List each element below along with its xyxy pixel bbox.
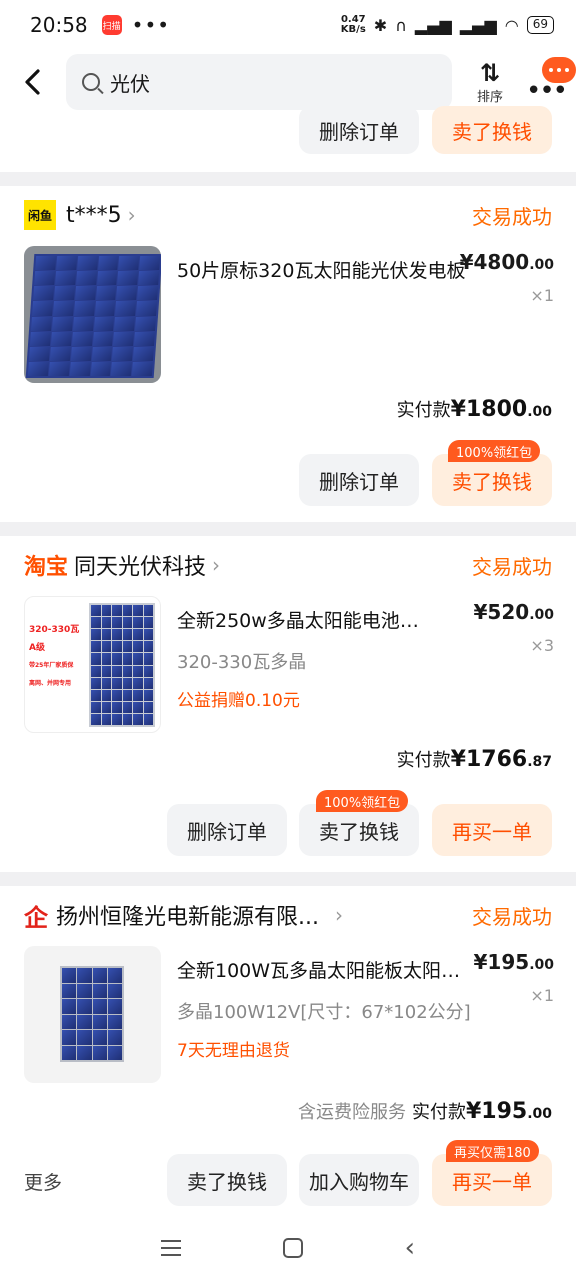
product-thumbnail[interactable]	[24, 946, 161, 1083]
wifi-icon: ◠	[504, 15, 519, 35]
delete-order-button[interactable]: 删除订单	[299, 106, 419, 154]
enterprise-logo-icon: 企	[24, 903, 48, 932]
insurance-service-label: 含运费险服务	[297, 1102, 406, 1123]
order-card: 删除订单 卖了换钱	[0, 106, 576, 172]
shop-name: 同天光伏科技	[74, 555, 207, 580]
product-price: ¥520.00	[473, 600, 554, 624]
app-notification-icon: 扫描	[101, 15, 122, 35]
search-input[interactable]: 光伏	[66, 54, 452, 110]
sell-for-cash-button[interactable]: 卖了换钱	[432, 106, 552, 154]
more-menu-button[interactable]: •••	[524, 57, 576, 106]
search-icon	[82, 73, 100, 91]
buy-again-button[interactable]: 再买一单	[432, 804, 552, 856]
rebuy-price-badge: 再买仅需180	[446, 1140, 539, 1162]
order-status: 交易成功	[472, 904, 552, 929]
message-bubble-icon	[542, 57, 576, 83]
chevron-left-icon	[25, 69, 40, 95]
sort-button[interactable]: ⇅ 排序	[460, 60, 520, 105]
charity-donation-label: 公益捐赠0.10元	[177, 691, 300, 711]
order-status: 交易成功	[472, 204, 552, 229]
thumbnail-caption: 320-330瓦 A级 带25年厂家质保 离网、并网专用	[29, 625, 80, 687]
xianyu-logo-icon: 闲鱼	[24, 200, 56, 230]
shop-row[interactable]: 闲鱼 t***5 › 交易成功	[24, 200, 552, 230]
home-button[interactable]	[282, 1238, 303, 1258]
product-quantity: ×3	[530, 636, 554, 655]
network-speed: 0.47 KB/s	[340, 14, 366, 35]
product-quantity: ×1	[530, 286, 554, 305]
battery-indicator: 69	[526, 16, 554, 34]
back-button[interactable]	[0, 69, 66, 95]
paid-amount: 含运费险服务 实付款¥195.00	[297, 1099, 552, 1124]
paid-amount: 实付款¥1766.87	[396, 747, 552, 772]
bluetooth-icon: ✱	[373, 15, 388, 35]
shop-row[interactable]: 企 扬州恒隆光电新能源有限... › 交易成功	[24, 900, 552, 932]
taobao-logo-icon: 淘宝	[24, 555, 69, 580]
product-quantity: ×1	[530, 986, 554, 1005]
product-price: ¥4800.00	[459, 250, 554, 274]
red-packet-badge: 100%领红包	[316, 790, 409, 812]
add-to-cart-button[interactable]: 加入购物车	[299, 1154, 419, 1206]
nav-back-button[interactable]: ‹	[405, 1233, 415, 1263]
more-notifications-icon: •••	[131, 13, 171, 37]
signal-icon: ▂▄▆	[414, 15, 452, 35]
recent-apps-button[interactable]	[160, 1240, 181, 1256]
chevron-right-icon: ›	[334, 903, 343, 927]
sort-icon: ⇅	[479, 58, 501, 87]
order-card: 企 扬州恒隆光电新能源有限... › 交易成功 全新100W瓦多晶太阳能板太阳能…	[0, 886, 576, 1216]
return-policy-label: 7天无理由退货	[177, 1041, 290, 1061]
sort-label: 排序	[476, 89, 503, 105]
more-actions-link[interactable]: 更多	[24, 1168, 62, 1195]
order-status: 交易成功	[472, 554, 552, 579]
red-packet-badge: 100%领红包	[448, 440, 541, 462]
status-bar: 20:58 扫描 ••• 0.47 KB/s ✱ ∩ ▂▄▆ ▂▄▆ ◠ 69	[0, 0, 576, 50]
order-card: 闲鱼 t***5 › 交易成功 50片原标320瓦太阳能光伏发电板 ¥4800.…	[0, 186, 576, 522]
product-title[interactable]: 全新100W瓦多晶太阳能板太阳能电池板	[177, 956, 475, 983]
signal-2-icon: ▂▄▆	[459, 15, 497, 35]
product-thumbnail[interactable]	[24, 246, 161, 383]
product-spec: 多晶100W12V[尺寸：67*102公分]	[177, 1002, 471, 1023]
delete-order-button[interactable]: 删除订单	[299, 454, 419, 506]
product-thumbnail[interactable]: 320-330瓦 A级 带25年厂家质保 离网、并网专用	[24, 596, 161, 733]
product-price: ¥195.00	[473, 950, 554, 974]
product-title[interactable]: 50片原标320瓦太阳能光伏发电板	[177, 256, 467, 283]
sell-for-cash-button[interactable]: 卖了换钱	[167, 1154, 287, 1206]
shop-row[interactable]: 淘宝 同天光伏科技 › 交易成功	[24, 550, 552, 580]
system-nav-bar: ‹	[0, 1216, 576, 1280]
paid-amount: 实付款¥1800.00	[396, 397, 552, 422]
delete-order-button[interactable]: 删除订单	[167, 804, 287, 856]
chevron-right-icon: ›	[212, 553, 221, 577]
product-title[interactable]: 全新250w多晶太阳能电池板光伏板	[177, 606, 437, 633]
headphones-icon: ∩	[395, 15, 407, 35]
product-spec: 320-330瓦多晶	[177, 652, 307, 673]
clock: 20:58	[30, 13, 88, 37]
order-card: 淘宝 同天光伏科技 › 交易成功 320-330瓦 A级 带25年厂家质保 离网…	[0, 536, 576, 872]
search-query: 光伏	[110, 71, 150, 96]
top-bar: 光伏 ⇅ 排序 •••	[0, 50, 576, 114]
shop-name: t***5	[66, 202, 122, 228]
chevron-right-icon: ›	[127, 203, 136, 227]
more-icon: •••	[526, 76, 568, 106]
shop-name: 扬州恒隆光电新能源有限...	[56, 905, 319, 930]
